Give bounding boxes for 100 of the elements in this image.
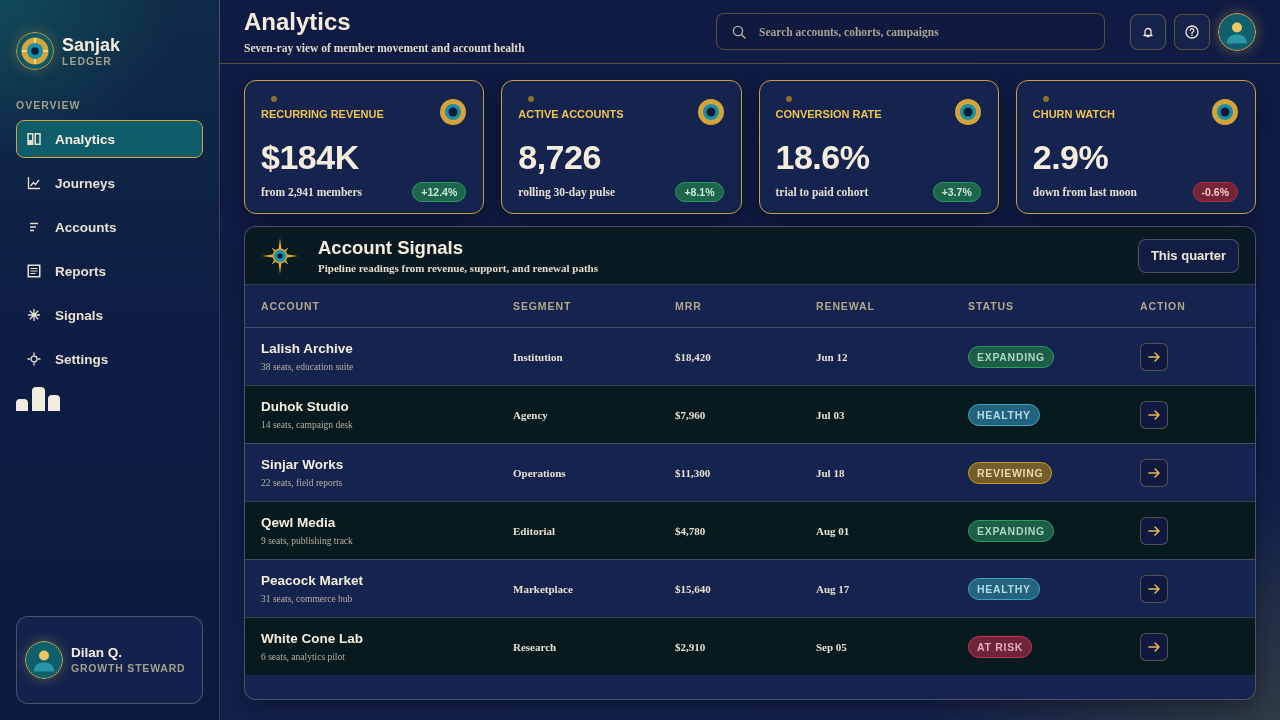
renewal-cell: Aug 17 [816, 582, 850, 595]
column-header: MRR [675, 300, 702, 312]
brand-tagline: LEDGER [62, 55, 112, 67]
trend-badge: -0.6% [1192, 182, 1238, 202]
status-badge: HEALTHY [968, 403, 1040, 426]
account-detail: 22 seats, field reports [261, 477, 343, 489]
section-label: OVERVIEW [16, 99, 81, 111]
renewal-cell: Jul 18 [816, 466, 845, 479]
range-button[interactable]: This quarter [1137, 238, 1239, 273]
help-button[interactable] [1174, 13, 1210, 50]
kpi-value: 2.9% [1032, 137, 1109, 177]
kpi-note: from 2,941 members [261, 186, 363, 198]
mrr-cell: $11,300 [675, 466, 711, 479]
dot-icon [271, 96, 277, 102]
kpi-note: trial to paid cohort [775, 186, 869, 198]
kpi-note: down from last moon [1032, 186, 1137, 198]
notifications-button[interactable] [1130, 13, 1166, 50]
column-header: SEGMENT [513, 300, 572, 312]
arrow-right-icon [1147, 639, 1161, 654]
arrow-right-icon [1147, 581, 1161, 596]
account-name: White Cone Lab [261, 630, 363, 647]
trend-badge: +3.7% [932, 182, 981, 202]
user-name: Dilan Q. [71, 645, 122, 661]
open-button[interactable] [1140, 516, 1168, 545]
segment-cell: Agency [513, 408, 548, 421]
document-icon [27, 264, 41, 278]
mrr-cell: $4,780 [675, 524, 706, 537]
nav-item[interactable]: Reports [16, 252, 203, 290]
renewal-cell: Jul 03 [816, 408, 845, 421]
target-icon [954, 99, 981, 125]
account-detail: 14 seats, campaign desk [261, 419, 353, 431]
renewal-cell: Jun 12 [816, 350, 848, 363]
account-detail: 38 seats, education suite [261, 361, 354, 373]
dot-icon [1042, 96, 1049, 102]
trend-badge: +8.1% [675, 182, 724, 202]
account-detail: 9 seats, publishing track [261, 535, 353, 547]
kpi-value: 18.6% [775, 137, 870, 177]
mrr-cell: $2,910 [675, 640, 706, 653]
status-badge: EXPANDING [968, 519, 1054, 542]
segment-cell: Research [513, 640, 557, 653]
column-header: RENEWAL [816, 300, 875, 312]
nav-item[interactable]: Journeys [16, 164, 203, 202]
avatar-icon [25, 641, 63, 679]
segment-cell: Editorial [513, 524, 556, 537]
arrow-right-icon [1147, 407, 1161, 422]
column-header: ACTION [1140, 300, 1186, 312]
panels-icon [27, 132, 41, 146]
logo-icon [16, 32, 54, 70]
page-title: Analytics [244, 8, 351, 36]
open-button[interactable] [1140, 342, 1168, 371]
kpi-value: $184K [261, 137, 359, 177]
renewal-cell: Sep 05 [816, 640, 847, 653]
brand-name: Sanjak [62, 35, 121, 55]
column-header: STATUS [968, 300, 1014, 312]
kpi-label: RECURRING REVENUE [261, 108, 384, 121]
kpi-label: ACTIVE ACCOUNTS [518, 108, 624, 121]
nav-item[interactable]: Analytics [16, 120, 203, 158]
trend-badge: +12.4% [412, 182, 467, 202]
account-name: Duhok Studio [261, 398, 349, 415]
account-name: Qewl Media [261, 514, 336, 531]
arrow-right-icon [1147, 523, 1161, 538]
list-icon [27, 220, 41, 234]
open-button[interactable] [1140, 632, 1168, 661]
mrr-cell: $7,960 [675, 408, 706, 421]
bar-chart-icon [16, 387, 60, 411]
segment-cell: Operations [513, 466, 566, 479]
open-button[interactable] [1140, 400, 1168, 429]
nav-item[interactable]: Signals [16, 296, 203, 334]
status-badge: AT RISK [968, 635, 1033, 658]
bell-icon [1142, 25, 1154, 38]
account-name: Peacock Market [261, 572, 364, 589]
mrr-cell: $15,640 [675, 582, 711, 595]
search-field[interactable]: Search accounts, cohorts, campaigns [716, 13, 1105, 50]
account-name: Lalish Archive [261, 340, 353, 357]
line-chart-icon [27, 176, 41, 190]
segment-cell: Institution [513, 350, 563, 363]
dot-icon [785, 96, 792, 102]
help-icon [1185, 24, 1199, 39]
column-header: ACCOUNT [261, 300, 320, 312]
asterisk-icon [27, 308, 41, 322]
settings-icon [27, 352, 41, 366]
search-icon [732, 25, 746, 39]
panel-title: Account Signals [318, 236, 463, 259]
kpi-note: rolling 30-day pulse [518, 186, 616, 198]
page-subtitle: Seven-ray view of member movement and account health [244, 41, 525, 55]
open-button[interactable] [1140, 458, 1168, 487]
renewal-cell: Aug 01 [816, 524, 850, 537]
account-detail: 6 seats, analytics pilot [261, 651, 345, 663]
user-avatar[interactable] [1218, 12, 1256, 51]
status-badge: EXPANDING [968, 345, 1054, 368]
status-badge: HEALTHY [968, 577, 1040, 600]
nav-item[interactable]: Accounts [16, 208, 203, 246]
segment-cell: Marketplace [513, 582, 573, 595]
nav-item[interactable]: Settings [16, 340, 203, 378]
dot-icon [528, 96, 535, 102]
user-role: GROWTH STEWARD [71, 661, 186, 675]
account-detail: 31 seats, commerce hub [261, 593, 353, 605]
target-icon [697, 99, 724, 125]
open-button[interactable] [1140, 574, 1168, 603]
account-name: Sinjar Works [261, 456, 344, 473]
